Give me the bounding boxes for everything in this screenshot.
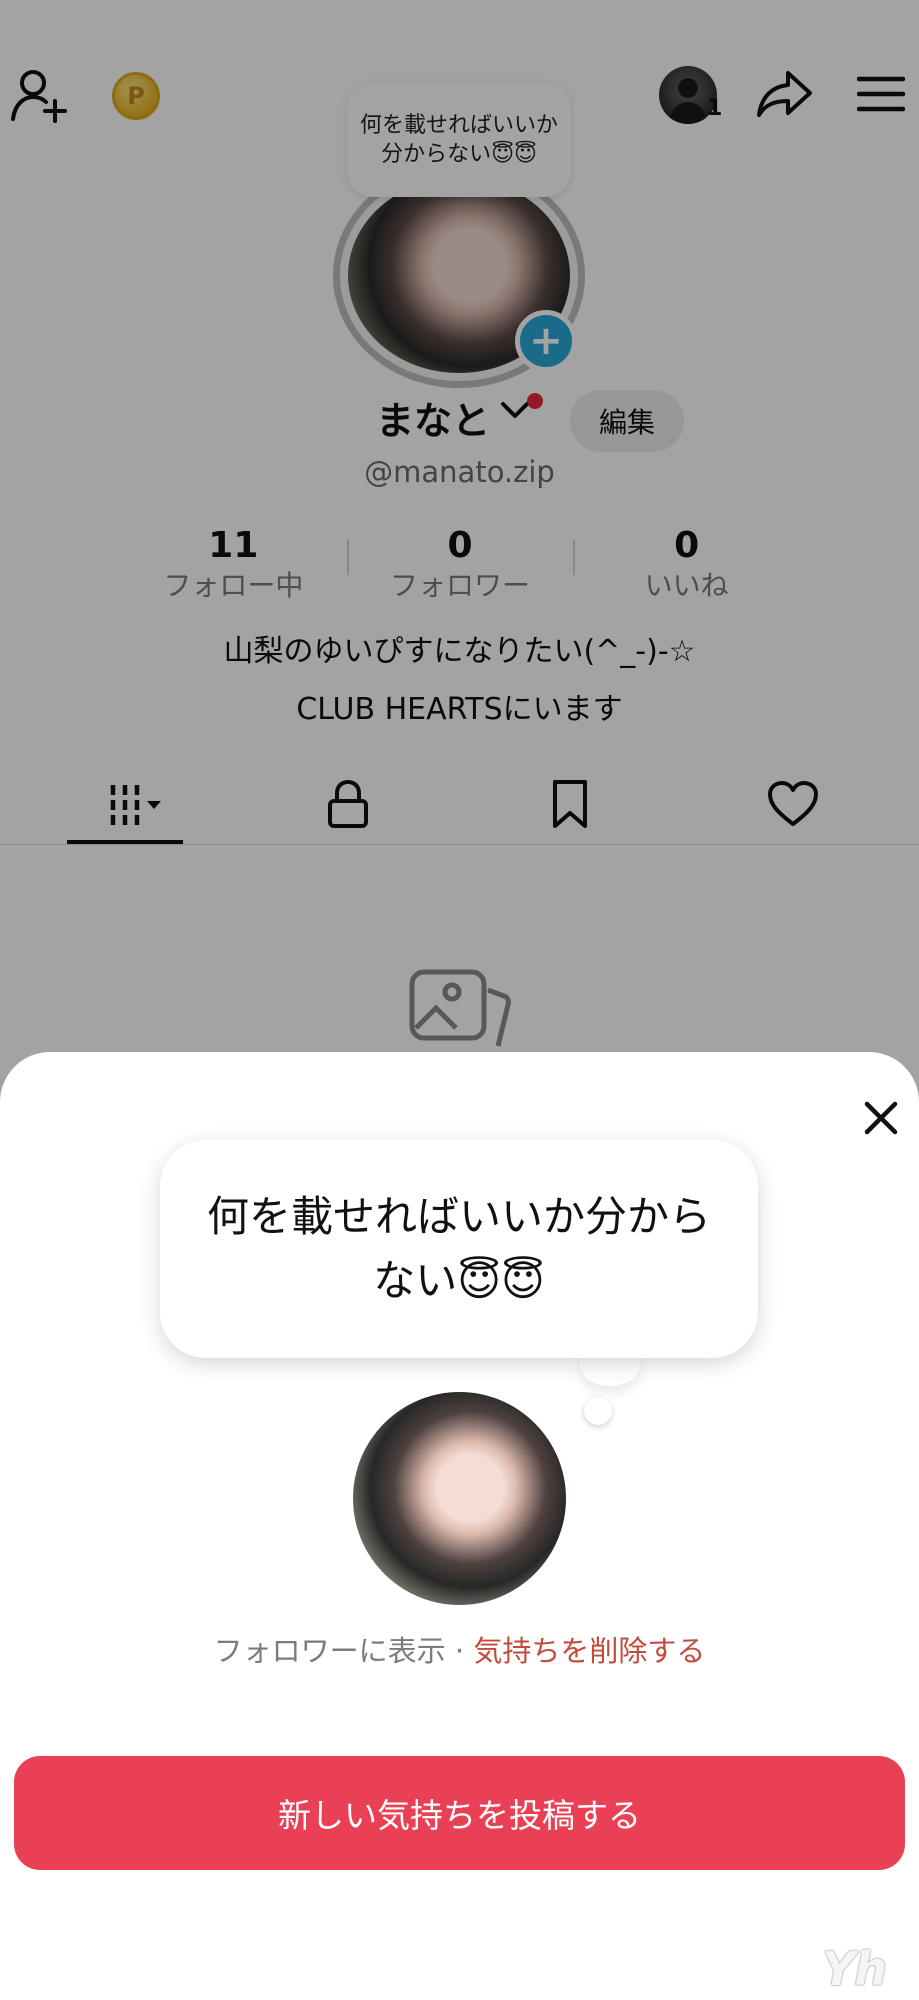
visibility-text: フォロワーに表示 · [213, 1634, 474, 1668]
note-bubble[interactable]: 何を載せればいいか分からない😇😇 [160, 1140, 758, 1358]
note-text: 何を載せればいいか分からない😇😇 [206, 1192, 711, 1305]
close-icon[interactable] [855, 1092, 907, 1144]
post-new-note-button[interactable]: 新しい気持ちを投稿する [14, 1756, 905, 1870]
delete-note-link[interactable]: 気持ちを削除する [473, 1634, 705, 1668]
bubble-dot [584, 1397, 612, 1425]
watermark-logo: Yh [822, 1942, 887, 1996]
note-avatar [353, 1392, 566, 1605]
screen: P 1 + 何を載せればいいか分からない😇😇 まなと 編集 @manato.zi… [0, 0, 919, 2000]
note-meta: フォロワーに表示 · 気持ちを削除する [0, 1628, 919, 1670]
